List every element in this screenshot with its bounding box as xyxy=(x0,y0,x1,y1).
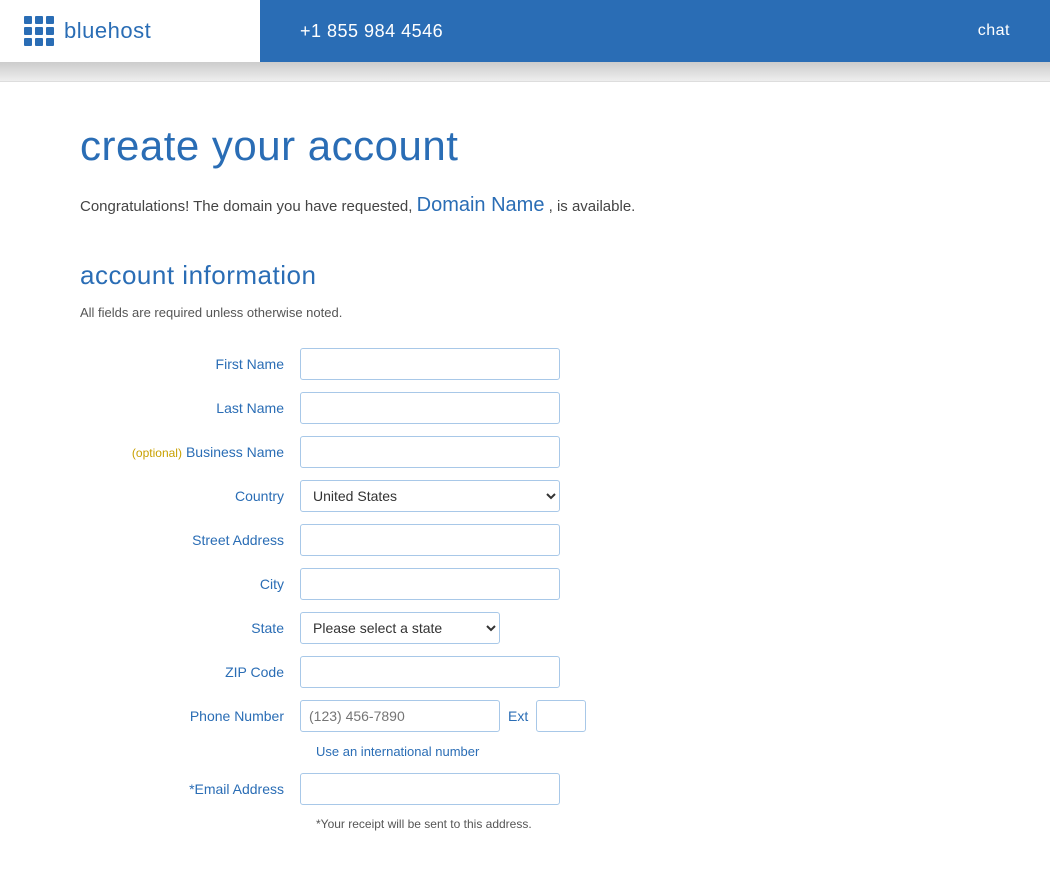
country-row: Country United States Canada United King… xyxy=(80,480,820,512)
international-number-link[interactable]: Use an international number xyxy=(316,744,820,759)
city-label: City xyxy=(80,576,300,592)
email-input[interactable] xyxy=(300,773,560,805)
section-title: account information xyxy=(80,260,820,291)
last-name-input[interactable] xyxy=(300,392,560,424)
main-content: create your account Congratulations! The… xyxy=(0,82,900,891)
phone-inputs: Ext xyxy=(300,700,586,732)
zip-label: ZIP Code xyxy=(80,664,300,680)
receipt-note: *Your receipt will be sent to this addre… xyxy=(316,817,820,831)
state-label: State xyxy=(80,620,300,636)
street-address-input[interactable] xyxy=(300,524,560,556)
phone-row: Phone Number Ext xyxy=(80,700,820,732)
domain-name-highlight: Domain Name xyxy=(417,194,545,216)
ext-label: Ext xyxy=(508,708,528,724)
country-label: Country xyxy=(80,488,300,504)
domain-notice-suffix: , is available. xyxy=(549,198,636,215)
state-select[interactable]: Please select a state AlabamaAlaskaArizo… xyxy=(300,612,500,644)
business-name-label: (optional)Business Name xyxy=(80,444,300,460)
banner-image xyxy=(0,62,1050,82)
phone-label: Phone Number xyxy=(80,708,300,724)
chat-button[interactable]: chat xyxy=(938,22,1050,40)
street-address-label: Street Address xyxy=(80,532,300,548)
logo-text: bluehost xyxy=(64,18,151,44)
logo-area: bluehost xyxy=(0,0,260,62)
logo-grid-icon xyxy=(24,16,54,46)
phone-input[interactable] xyxy=(300,700,500,732)
first-name-label: First Name xyxy=(80,356,300,372)
business-name-row: (optional)Business Name xyxy=(80,436,820,468)
email-row: *Email Address xyxy=(80,773,820,805)
country-select[interactable]: United States Canada United Kingdom Aust… xyxy=(300,480,560,512)
domain-notice: Congratulations! The domain you have req… xyxy=(80,190,820,220)
city-row: City xyxy=(80,568,820,600)
first-name-row: First Name xyxy=(80,348,820,380)
business-name-input[interactable] xyxy=(300,436,560,468)
last-name-row: Last Name xyxy=(80,392,820,424)
header: bluehost +1 855 984 4546 chat xyxy=(0,0,1050,62)
header-phone: +1 855 984 4546 xyxy=(260,21,483,42)
ext-input[interactable] xyxy=(536,700,586,732)
last-name-label: Last Name xyxy=(80,400,300,416)
first-name-input[interactable] xyxy=(300,348,560,380)
state-row: State Please select a state AlabamaAlask… xyxy=(80,612,820,644)
email-label: *Email Address xyxy=(80,781,300,797)
zip-input[interactable] xyxy=(300,656,560,688)
city-input[interactable] xyxy=(300,568,560,600)
page-title: create your account xyxy=(80,122,820,170)
fields-note: All fields are required unless otherwise… xyxy=(80,305,820,320)
street-address-row: Street Address xyxy=(80,524,820,556)
domain-notice-prefix: Congratulations! The domain you have req… xyxy=(80,198,412,215)
zip-row: ZIP Code xyxy=(80,656,820,688)
optional-tag: (optional) xyxy=(132,446,182,460)
